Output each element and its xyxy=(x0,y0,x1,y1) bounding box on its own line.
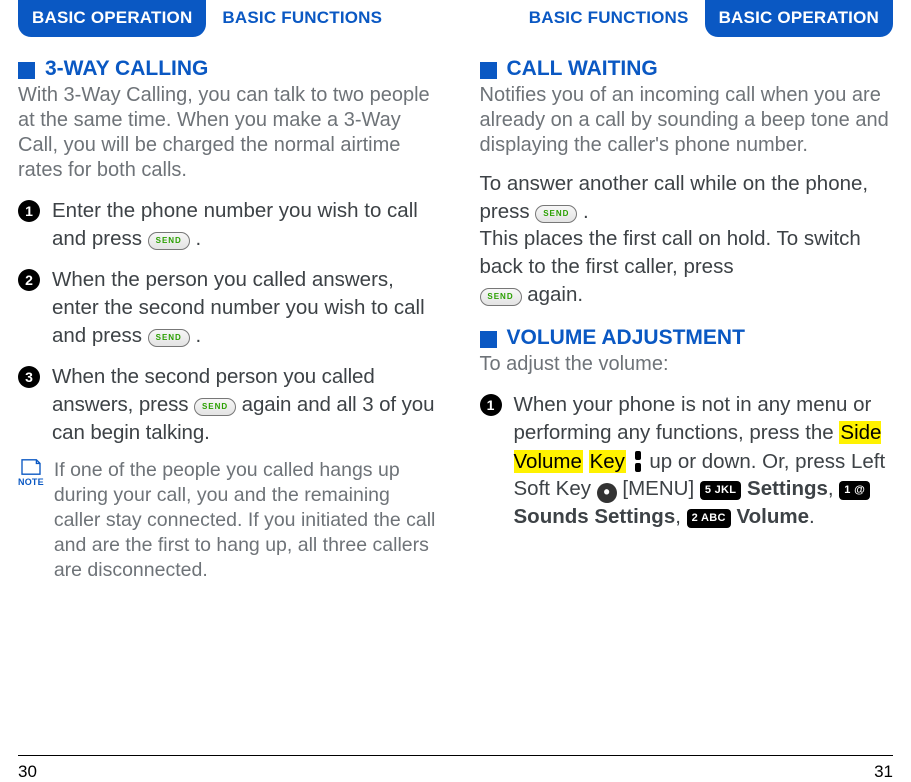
step-1-period: . xyxy=(195,227,201,250)
note-icon: NOTE xyxy=(18,458,44,583)
send-key-icon: SEND xyxy=(480,288,522,306)
side-volume-key-icon xyxy=(632,451,644,472)
section-title-callwaiting: CALL WAITING xyxy=(480,57,894,81)
callwaiting-body: To answer another call while on the phon… xyxy=(480,170,894,308)
heading-volume: VOLUME ADJUSTMENT xyxy=(507,326,745,350)
page-number-right: 31 xyxy=(456,756,894,782)
note-text: If one of the people you called hangs up… xyxy=(54,458,440,583)
send-key-icon: SEND xyxy=(535,205,577,223)
volume-step-1: 1 When your phone is not in any menu or … xyxy=(480,391,894,530)
note-block: NOTE If one of the people you called han… xyxy=(18,458,440,583)
heading-3way: 3-WAY CALLING xyxy=(45,57,208,81)
vol-sounds-label: Sounds Settings xyxy=(514,505,676,528)
step-number-1-icon: 1 xyxy=(480,394,502,416)
step-number-3-icon: 3 xyxy=(18,366,40,388)
step-2-text: When the person you called answers, ente… xyxy=(52,266,440,349)
send-key-icon: SEND xyxy=(148,232,190,250)
cw-body-2b: again. xyxy=(527,283,583,306)
key-2-icon: 2 ABC xyxy=(687,509,731,528)
note-label: NOTE xyxy=(18,477,44,489)
step-3-text: When the second person you called answer… xyxy=(52,363,440,446)
key-1-icon: 1 @ xyxy=(839,481,870,500)
cw-body-1b: . xyxy=(583,200,589,223)
step-2: 2 When the person you called answers, en… xyxy=(18,266,440,349)
period: . xyxy=(809,505,815,528)
header-tabs-right: BASIC FUNCTIONS BASIC OPERATION xyxy=(480,0,894,37)
tab-basic-functions: BASIC FUNCTIONS xyxy=(525,0,693,37)
step-2-period: . xyxy=(195,324,201,347)
comma-1: , xyxy=(828,477,839,500)
intro-callwaiting: Notifies you of an incoming call when yo… xyxy=(480,83,894,158)
square-bullet-icon xyxy=(480,331,497,348)
section-title-volume: VOLUME ADJUSTMENT xyxy=(480,326,894,350)
square-bullet-icon xyxy=(480,62,497,79)
volume-step-text: When your phone is not in any menu or pe… xyxy=(514,391,894,530)
step-3: 3 When the second person you called answ… xyxy=(18,363,440,446)
step-number-2-icon: 2 xyxy=(18,269,40,291)
page-left: BASIC OPERATION BASIC FUNCTIONS 3-WAY CA… xyxy=(0,0,456,755)
vol-menu-label: [MENU] xyxy=(617,477,700,500)
vol-volume-label: Volume xyxy=(731,505,809,528)
key-5-icon: 5 JKL xyxy=(700,481,741,500)
header-tabs-left: BASIC OPERATION BASIC FUNCTIONS xyxy=(18,0,440,37)
vol-settings-label: Settings xyxy=(747,477,828,500)
intro-3way: With 3-Way Calling, you can talk to two … xyxy=(18,83,440,183)
highlight-key: Key xyxy=(589,450,626,473)
step-number-1-icon: 1 xyxy=(18,200,40,222)
page-number-left: 30 xyxy=(18,756,456,782)
footer: 30 31 xyxy=(18,755,893,782)
step-1-text: Enter the phone number you wish to call … xyxy=(52,197,440,252)
tab-basic-operation: BASIC OPERATION xyxy=(705,0,893,37)
vol-text-a: When your phone is not in any menu or pe… xyxy=(514,393,872,444)
tab-basic-operation: BASIC OPERATION xyxy=(18,0,206,37)
square-bullet-icon xyxy=(18,62,35,79)
cw-body-2a: This places the first call on hold. To s… xyxy=(480,227,861,278)
page-right: BASIC FUNCTIONS BASIC OPERATION CALL WAI… xyxy=(456,0,911,755)
section-title-3way: 3-WAY CALLING xyxy=(18,57,440,81)
send-key-icon: SEND xyxy=(194,398,236,416)
heading-callwaiting: CALL WAITING xyxy=(507,57,658,81)
step-1: 1 Enter the phone number you wish to cal… xyxy=(18,197,440,252)
comma-2: , xyxy=(675,505,686,528)
soft-key-dot-icon: • xyxy=(597,483,617,503)
send-key-icon: SEND xyxy=(148,329,190,347)
step-2-label: When the person you called answers, ente… xyxy=(52,268,425,346)
step-1-label: Enter the phone number you wish to call … xyxy=(52,199,418,250)
tab-basic-functions: BASIC FUNCTIONS xyxy=(218,0,386,37)
intro-volume: To adjust the volume: xyxy=(480,352,894,377)
